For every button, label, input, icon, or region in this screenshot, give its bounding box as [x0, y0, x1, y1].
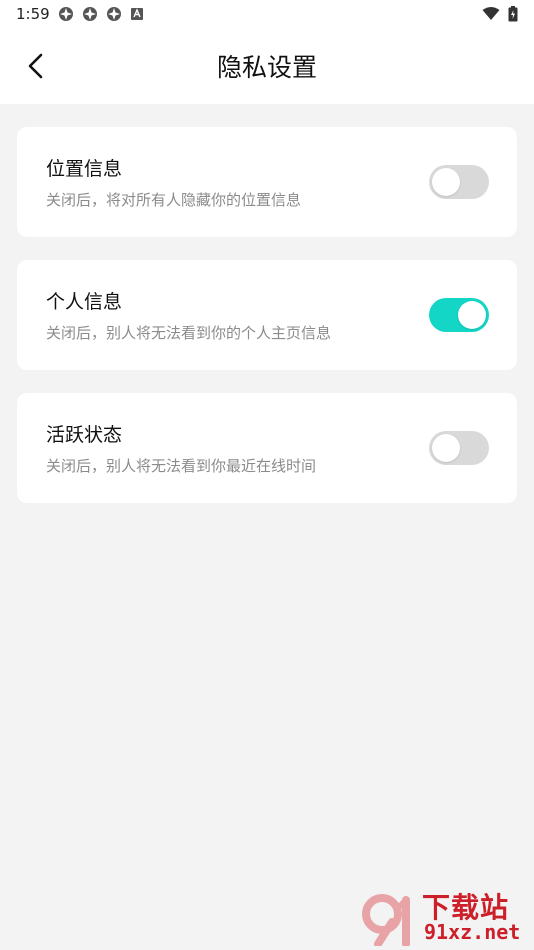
page-title: 隐私设置 — [216, 53, 317, 82]
setting-description: 关闭后，别人将无法看到你最近在线时间 — [46, 457, 317, 475]
app-notification-icon — [59, 7, 73, 21]
watermark: 下载站 91xz.net — [362, 886, 532, 948]
keyboard-icon — [131, 8, 143, 20]
app-notification-icon — [83, 7, 97, 21]
setting-card-location: 位置信息 关闭后，将对所有人隐藏你的位置信息 — [17, 127, 517, 237]
toggle-knob — [432, 168, 460, 196]
wifi-icon — [482, 7, 500, 20]
activity-status-toggle[interactable] — [429, 431, 489, 465]
setting-title: 活跃状态 — [46, 424, 123, 446]
setting-description: 关闭后，将对所有人隐藏你的位置信息 — [46, 191, 302, 209]
setting-title: 位置信息 — [46, 158, 123, 180]
toggle-knob — [432, 434, 460, 462]
battery-icon — [508, 6, 518, 22]
app-header: 隐私设置 — [0, 28, 534, 104]
setting-card-activity-status: 活跃状态 关闭后，别人将无法看到你最近在线时间 — [17, 393, 517, 503]
app-notification-icon — [107, 7, 121, 21]
location-toggle[interactable] — [429, 165, 489, 199]
status-bar: 1:59 — [0, 0, 534, 28]
status-icons-left — [58, 6, 144, 22]
toggle-knob — [458, 301, 486, 329]
watermark-logo-icon — [362, 894, 410, 946]
setting-description: 关闭后，别人将无法看到你的个人主页信息 — [46, 324, 332, 342]
status-icons-right — [482, 6, 518, 22]
status-time: 1:59 — [16, 5, 50, 23]
setting-card-personal-info: 个人信息 关闭后，别人将无法看到你的个人主页信息 — [17, 260, 517, 370]
personal-info-toggle[interactable] — [429, 298, 489, 332]
watermark-domain: 91xz.net — [424, 920, 521, 944]
setting-title: 个人信息 — [46, 291, 123, 313]
